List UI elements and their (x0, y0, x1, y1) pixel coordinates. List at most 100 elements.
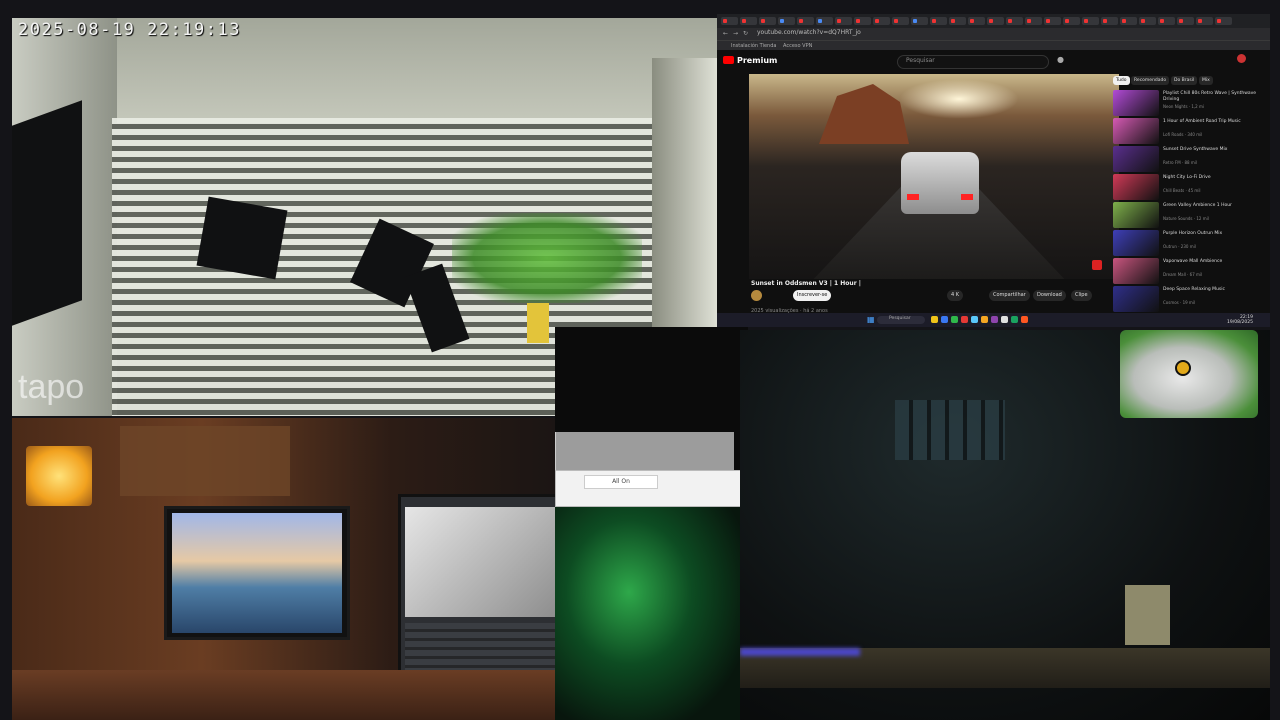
sun-glow (899, 79, 1019, 119)
camera-feed-studio (12, 418, 555, 720)
taskbar-app-icon[interactable] (971, 316, 978, 323)
tray-date: 19/08/2025 (1227, 320, 1253, 325)
taskbar-app-icon[interactable] (951, 316, 958, 323)
recommendation-thumbnail[interactable] (1113, 146, 1159, 172)
recommendation-item[interactable]: 1 Hour of Ambient Road Trip Music Lofi Ro… (1113, 118, 1263, 144)
youtube-logo-icon[interactable] (723, 56, 734, 64)
browser-tab[interactable] (987, 17, 1004, 25)
recommendation-item[interactable]: Vaporwave Mall Ambience Dream Mall · 67 m… (1113, 258, 1263, 284)
browser-tab[interactable] (759, 17, 776, 25)
chip-recommended[interactable]: Recomendado (1131, 76, 1170, 85)
browser-tab[interactable] (816, 17, 833, 25)
browser-tab[interactable] (797, 17, 814, 25)
chip-all[interactable]: Tudo (1113, 76, 1130, 85)
taskbar-app-icon[interactable] (1001, 316, 1008, 323)
taskbar: ▦ Pesquisar 22:19 19/08/2025 (717, 313, 1270, 327)
like-button[interactable]: 4 K (947, 290, 964, 301)
channel-avatar[interactable] (751, 290, 762, 301)
recommendation-thumbnail[interactable] (1113, 118, 1159, 144)
browser-tab[interactable] (721, 17, 738, 25)
video-actions: Inscrever-se 4 K Compartilhar Download C… (751, 290, 1121, 304)
clip-button[interactable]: Clipe (1071, 290, 1092, 301)
share-button[interactable]: Compartilhar (989, 290, 1030, 301)
recommendation-title[interactable]: Purple Horizon Outrun Mix (1163, 231, 1259, 237)
recommendation-item[interactable]: Playlist Chill 80s Retro Wave | Synthwav… (1113, 90, 1263, 116)
recommendation-title[interactable]: Sunset Drive Synthwave Mix (1163, 147, 1259, 153)
browser-tab[interactable] (968, 17, 985, 25)
browser-tab[interactable] (835, 17, 852, 25)
recommendation-meta: Dream Mall · 67 mil (1163, 272, 1203, 277)
browser-tab[interactable] (892, 17, 909, 25)
mic-icon[interactable]: ● (1057, 55, 1064, 64)
bookmark[interactable]: Acceso VPN (783, 43, 812, 49)
browser-tab[interactable] (1139, 17, 1156, 25)
tray-clock[interactable]: 22:19 19/08/2025 (1227, 315, 1253, 325)
taskbar-app-icon[interactable] (1021, 316, 1028, 323)
taskbar-app-icon[interactable] (931, 316, 938, 323)
recommendation-item[interactable]: Night City Lo-Fi Drive Chill Beats · 45 m… (1113, 174, 1263, 200)
recommendation-thumbnail[interactable] (1113, 230, 1159, 256)
browser-tab[interactable] (1158, 17, 1175, 25)
avatar[interactable] (1237, 54, 1246, 63)
browser-tab[interactable] (1082, 17, 1099, 25)
reload-icon[interactable]: ↻ (743, 30, 748, 37)
browser-tab-bar[interactable] (717, 14, 1270, 28)
recommendation-thumbnail[interactable] (1113, 258, 1159, 284)
browser-tab[interactable] (740, 17, 757, 25)
recommendation-title[interactable]: Playlist Chill 80s Retro Wave | Synthwav… (1163, 91, 1259, 102)
address-bar[interactable]: ← → ↻ youtube.com/watch?v=dQ7HRT_jo (717, 28, 1270, 40)
browser-tab[interactable] (1025, 17, 1042, 25)
taskbar-app-icon[interactable] (981, 316, 988, 323)
recommendation-thumbnail[interactable] (1113, 202, 1159, 228)
recommendation-item[interactable]: Purple Horizon Outrun Mix Outrun · 230 mi… (1113, 230, 1263, 256)
forward-icon[interactable]: → (733, 30, 738, 37)
browser-tab[interactable] (930, 17, 947, 25)
recommendation-thumbnail[interactable] (1113, 90, 1159, 116)
recommendation-item[interactable]: Deep Space Relaxing Music Cosmos · 19 mil (1113, 286, 1263, 312)
recommendation-thumbnail[interactable] (1113, 286, 1159, 312)
bookmark[interactable]: Instalación Tienda (731, 43, 776, 49)
taskbar-app-icon[interactable] (941, 316, 948, 323)
browser-tab[interactable] (1063, 17, 1080, 25)
recommendation-title[interactable]: Vaporwave Mall Ambience (1163, 259, 1259, 265)
youtube-logo-text[interactable]: Premium (737, 56, 777, 65)
all-on-button[interactable]: All On (584, 475, 658, 489)
browser-tab[interactable] (873, 17, 890, 25)
address-text[interactable]: youtube.com/watch?v=dQ7HRT_jo (757, 29, 861, 36)
taskbar-app-icon[interactable] (991, 316, 998, 323)
blue-led (740, 648, 860, 656)
taskbar-app-icon[interactable] (1011, 316, 1018, 323)
subscribe-button[interactable]: Inscrever-se (793, 290, 832, 301)
video-player[interactable] (749, 74, 1119, 279)
browser-tab[interactable] (1044, 17, 1061, 25)
recommendation-meta: Outrun · 230 mil (1163, 244, 1196, 249)
search-input[interactable]: Pesquisar (897, 55, 1049, 69)
download-button[interactable]: Download (1033, 290, 1066, 301)
chip-mix[interactable]: Mix (1199, 76, 1213, 85)
browser-tab[interactable] (1215, 17, 1232, 25)
browser-tab[interactable] (1120, 17, 1137, 25)
recommendation-item[interactable]: Sunset Drive Synthwave Mix Retro FM · 88 … (1113, 146, 1263, 172)
browser-tab[interactable] (911, 17, 928, 25)
recommendation-title[interactable]: Deep Space Relaxing Music (1163, 287, 1259, 293)
taskbar-search[interactable]: Pesquisar (877, 316, 925, 324)
recommendation-item[interactable]: Green Valley Ambience 1 Hour Nature Sound… (1113, 202, 1263, 228)
browser-tab[interactable] (854, 17, 871, 25)
recommendation-meta: Cosmos · 19 mil (1163, 300, 1196, 305)
browser-tab[interactable] (1006, 17, 1023, 25)
browser-tab[interactable] (778, 17, 795, 25)
recommendation-title[interactable]: Green Valley Ambience 1 Hour (1163, 203, 1259, 209)
recommendation-title[interactable]: 1 Hour of Ambient Road Trip Music (1163, 119, 1259, 125)
recommendation-thumbnail[interactable] (1113, 174, 1159, 200)
recommendation-title[interactable]: Night City Lo-Fi Drive (1163, 175, 1259, 181)
taskbar-app-icon[interactable] (961, 316, 968, 323)
browser-tab[interactable] (1177, 17, 1194, 25)
car (901, 152, 979, 214)
browser-tab[interactable] (1101, 17, 1118, 25)
back-icon[interactable]: ← (723, 30, 728, 37)
browser-tab[interactable] (949, 17, 966, 25)
chip-brazil[interactable]: Do Brasil (1171, 76, 1198, 85)
lamp (26, 446, 92, 506)
browser-tab[interactable] (1196, 17, 1213, 25)
start-icon[interactable]: ▦ (867, 315, 875, 324)
